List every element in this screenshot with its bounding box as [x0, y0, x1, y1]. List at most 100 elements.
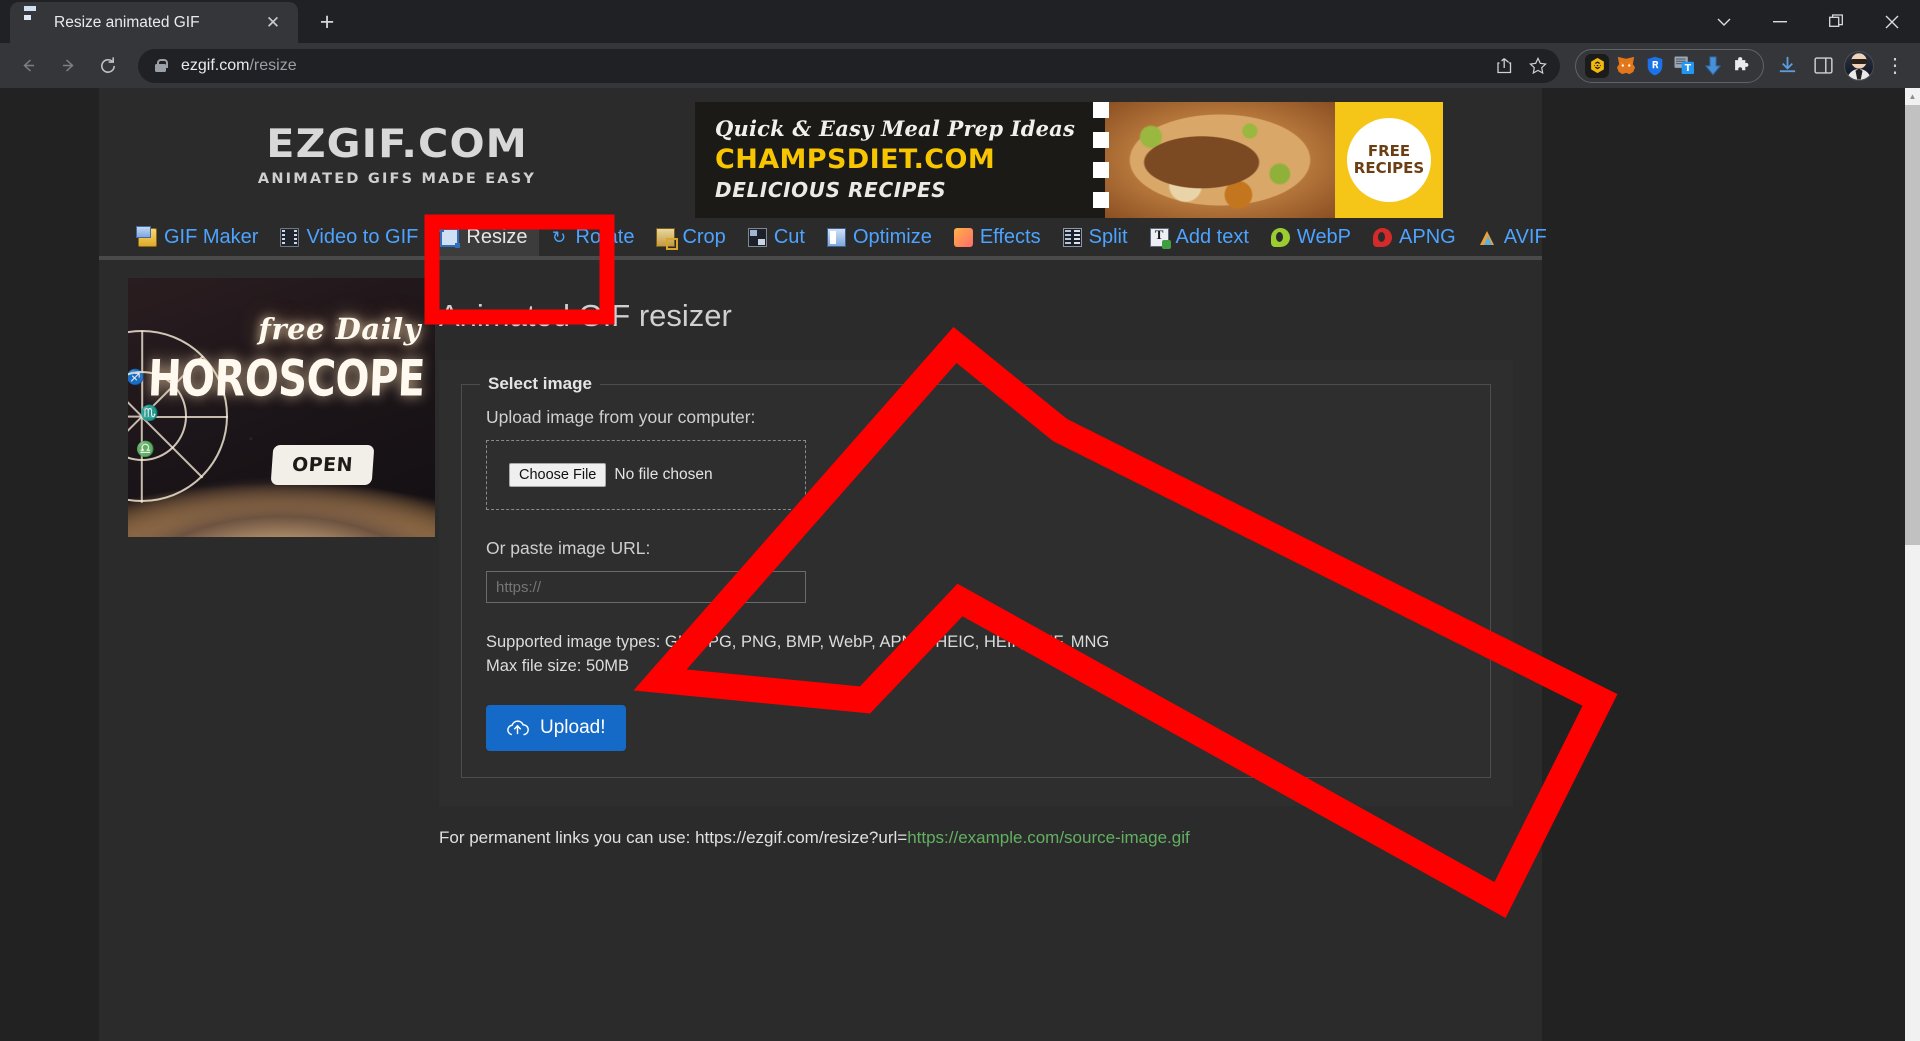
- side-panel-icon[interactable]: [1806, 49, 1840, 83]
- bnb-extension-icon[interactable]: [1585, 53, 1609, 78]
- permanent-link-note: For permanent links you can use: https:/…: [439, 806, 1513, 848]
- scrollbar-thumb[interactable]: [1905, 105, 1920, 545]
- nav-item-add-text[interactable]: Add text: [1139, 219, 1260, 256]
- downloads-icon[interactable]: [1770, 49, 1804, 83]
- site-header: EZGIF.COM ANIMATED GIFS MADE EASY Quick …: [99, 88, 1542, 218]
- minimize-window-icon[interactable]: [1752, 0, 1808, 43]
- back-button[interactable]: [8, 46, 48, 86]
- no-file-chosen-text: No file chosen: [614, 466, 713, 483]
- page-title: Animated GIF resizer: [439, 298, 732, 333]
- toolbar-right-group: ⋮: [1770, 49, 1912, 83]
- browser-window: Resize animated GIF ✕ + ezgif.com/resize…: [0, 0, 1920, 1041]
- nav-label: Resize: [466, 226, 528, 248]
- upload-button[interactable]: Upload!: [486, 704, 626, 751]
- avif-icon: [1478, 228, 1497, 247]
- tab-strip: Resize animated GIF ✕ +: [0, 0, 1920, 43]
- top-ad-banner[interactable]: Quick & Easy Meal Prep Ideas CHAMPSDIET.…: [695, 102, 1443, 218]
- nav-label: Video to GIF: [306, 226, 419, 248]
- nav-label: APNG: [1399, 226, 1456, 248]
- nav-label: WebP: [1296, 226, 1352, 248]
- page-body: ≈ ♑ ♐ ♏ ♎ ♌ ♋ ♉ free Daily HOROSCOPE: [99, 260, 1542, 848]
- nav-item-gif-maker[interactable]: GIF Maker: [127, 219, 269, 256]
- new-tab-button[interactable]: +: [310, 5, 344, 39]
- horoscope-ad-line1: free Daily: [258, 312, 421, 346]
- nav-label: Split: [1088, 226, 1128, 248]
- file-dropzone[interactable]: Choose File No file chosen: [486, 440, 806, 510]
- upload-button-label: Upload!: [540, 716, 606, 738]
- nav-item-resize[interactable]: Resize: [429, 219, 539, 256]
- apng-icon: [1373, 228, 1393, 247]
- maximize-window-icon[interactable]: [1808, 0, 1864, 43]
- nav-item-split[interactable]: Split: [1052, 219, 1139, 256]
- logo-tagline: ANIMATED GIFS MADE EASY: [257, 171, 537, 187]
- forward-button[interactable]: [48, 46, 88, 86]
- site-logo[interactable]: EZGIF.COM ANIMATED GIFS MADE EASY: [258, 125, 536, 187]
- puzzle-extensions-icon[interactable]: [1730, 54, 1754, 78]
- choose-file-button[interactable]: Choose File: [509, 463, 607, 487]
- site-navigation: GIF Maker Video to GIF Resize ↻ Rotate C…: [99, 216, 1547, 260]
- fieldset-legend: Select image: [480, 374, 600, 394]
- browser-tab[interactable]: Resize animated GIF ✕: [10, 2, 298, 43]
- nav-item-rotate[interactable]: ↻ Rotate: [539, 219, 646, 256]
- crop-icon: [656, 228, 679, 250]
- ad-brand: CHAMPSDIET.COM: [715, 144, 996, 175]
- url-domain: ezgif.com: [181, 56, 250, 74]
- downloader-extension-icon[interactable]: [1701, 54, 1725, 78]
- url-label: Or paste image URL:: [486, 538, 651, 558]
- image-url-input[interactable]: [486, 571, 806, 603]
- gif-maker-icon: [136, 226, 157, 247]
- horoscope-ad-open-button[interactable]: OPEN: [270, 445, 375, 485]
- nav-item-apng[interactable]: APNG: [1362, 219, 1467, 256]
- nav-label: Rotate: [575, 226, 635, 248]
- nav-item-cut[interactable]: Cut: [737, 219, 816, 256]
- sidebar-column: ≈ ♑ ♐ ♏ ♎ ♌ ♋ ♉ free Daily HOROSCOPE: [99, 278, 439, 848]
- share-icon[interactable]: [1488, 50, 1520, 82]
- page-scrollbar[interactable]: ▲: [1905, 88, 1920, 1041]
- nav-item-video-to-gif[interactable]: Video to GIF: [269, 219, 429, 256]
- upload-label: Upload image from your computer:: [486, 407, 756, 427]
- tab-title: Resize animated GIF: [54, 13, 200, 31]
- scroll-up-arrow-icon[interactable]: ▲: [1905, 88, 1920, 105]
- ad-headline: Quick & Easy Meal Prep Ideas: [715, 116, 1076, 141]
- close-tab-icon[interactable]: ✕: [260, 10, 286, 36]
- logo-main-text: EZGIF.COM: [266, 122, 528, 167]
- nav-label: Cut: [773, 226, 805, 248]
- reload-button[interactable]: [88, 46, 128, 86]
- nav-item-optimize[interactable]: Optimize: [816, 219, 943, 256]
- ad-badge-line2: RECIPES: [1353, 159, 1425, 177]
- ad-badge-line1: FREE: [1367, 142, 1411, 161]
- window-controls: [1696, 0, 1920, 43]
- address-bar[interactable]: ezgif.com/resize: [138, 48, 1560, 83]
- nav-item-webp[interactable]: WebP: [1260, 219, 1362, 256]
- add-text-icon: [1149, 227, 1171, 249]
- resize-icon: [439, 227, 461, 248]
- horoscope-ad-line2: HOROSCOPE: [147, 350, 427, 408]
- chevron-down-icon[interactable]: [1696, 0, 1752, 43]
- nav-label: Effects: [979, 226, 1041, 248]
- split-icon: [1062, 228, 1082, 247]
- metamask-extension-icon[interactable]: [1614, 54, 1638, 78]
- permalink-prefix: For permanent links you can use: https:/…: [439, 827, 908, 847]
- webp-icon: [1270, 228, 1290, 247]
- profile-avatar[interactable]: [1842, 49, 1876, 83]
- chrome-menu-icon[interactable]: ⋮: [1878, 49, 1912, 83]
- tab-favicon-icon: [22, 13, 42, 33]
- transpose-extension-icon[interactable]: T: [1672, 54, 1696, 78]
- nav-label: Add text: [1175, 226, 1249, 248]
- close-window-icon[interactable]: [1864, 0, 1920, 43]
- extensions-group: T: [1575, 48, 1764, 83]
- url-text: ezgif.com/resize: [181, 57, 1488, 75]
- nav-item-effects[interactable]: Effects: [943, 219, 1052, 256]
- supported-types-text: Supported image types: GIF, JPG, PNG, BM…: [486, 633, 1110, 651]
- url-path: /resize: [249, 56, 297, 74]
- select-image-panel: Select image Upload image from your comp…: [439, 360, 1513, 806]
- rotate-icon: ↻: [551, 228, 567, 247]
- shield-extension-icon[interactable]: [1643, 54, 1667, 78]
- permalink-example-link[interactable]: https://example.com/source-image.gif: [907, 828, 1190, 847]
- nav-label: GIF Maker: [164, 226, 259, 248]
- ad-divider: [1093, 102, 1109, 218]
- nav-item-crop[interactable]: Crop: [645, 219, 736, 256]
- nav-item-avif[interactable]: AVIF: [1467, 219, 1558, 256]
- horoscope-ad[interactable]: ≈ ♑ ♐ ♏ ♎ ♌ ♋ ♉ free Daily HOROSCOPE: [128, 278, 435, 537]
- bookmark-star-icon[interactable]: [1522, 50, 1554, 82]
